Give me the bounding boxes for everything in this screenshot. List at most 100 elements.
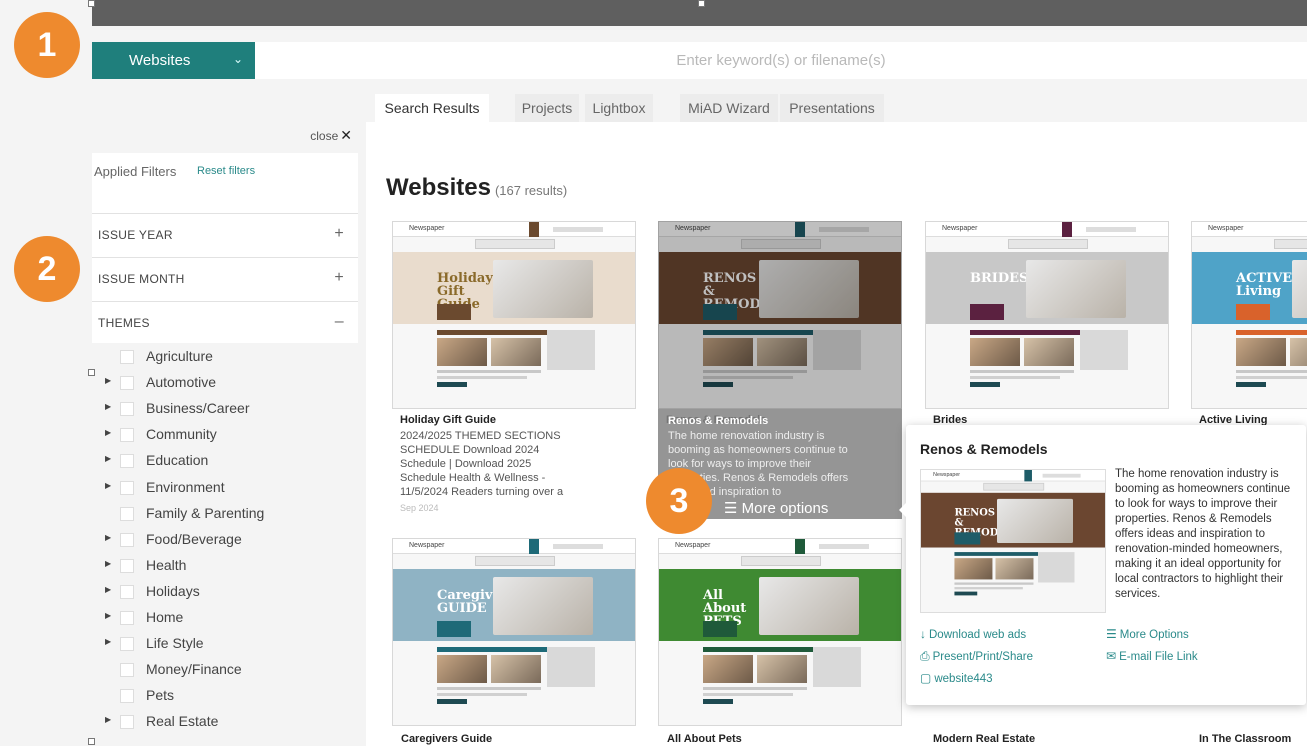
search-input[interactable] xyxy=(255,42,1307,79)
accordion-issue-year[interactable]: ISSUE YEAR + xyxy=(92,213,358,255)
theme-item[interactable]: ▶ Education xyxy=(92,448,358,474)
tab-lightbox[interactable]: Lightbox xyxy=(585,94,653,122)
theme-checkbox[interactable] xyxy=(120,402,134,417)
theme-item[interactable]: ▶ Business/Career xyxy=(92,396,358,422)
thumb-text-line xyxy=(703,693,793,696)
result-card[interactable]: Newspaper Holiday Gift Guide Holiday Gift … xyxy=(392,221,636,521)
triangle-right-icon[interactable]: ▶ xyxy=(105,428,111,437)
theme-item[interactable]: ▶ Community xyxy=(92,422,358,448)
triangle-right-icon[interactable]: ▶ xyxy=(105,481,111,490)
triangle-right-icon[interactable]: ▶ xyxy=(105,585,111,594)
thumb-button xyxy=(703,699,733,704)
result-card-title[interactable]: Caregivers Guide xyxy=(401,733,492,745)
result-thumbnail[interactable]: Newspaper Holiday Gift Guide xyxy=(392,221,636,409)
theme-checkbox[interactable] xyxy=(120,611,134,625)
theme-checkbox[interactable] xyxy=(120,558,134,573)
thumb-ad-block xyxy=(813,647,861,687)
result-card[interactable]: Newspaper All About PETS xyxy=(658,538,902,746)
thumb-lower xyxy=(703,330,863,406)
email-file-link[interactable]: ✉ E-mail File Link xyxy=(1106,649,1198,663)
theme-item[interactable]: Agriculture xyxy=(92,344,358,370)
thumb-subheader xyxy=(475,239,555,249)
thumb-section-bar xyxy=(437,330,547,335)
theme-item[interactable]: Pets xyxy=(92,683,358,709)
theme-checkbox[interactable] xyxy=(120,454,134,469)
download-web-ads-link[interactable]: ↓ Download web ads xyxy=(920,627,1026,641)
theme-item[interactable]: ▶ Real Estate xyxy=(92,709,358,735)
more-options-button[interactable]: ☰ More options xyxy=(724,499,828,517)
plus-icon: + xyxy=(334,269,344,286)
reset-filters-link[interactable]: Reset filters xyxy=(197,165,255,177)
theme-checkbox[interactable] xyxy=(120,506,134,521)
thumb-button xyxy=(954,591,978,596)
present-print-share-link[interactable]: ⎙ Present/Print/Share xyxy=(920,649,1033,664)
thumb-section-bar xyxy=(1236,330,1307,335)
theme-checkbox[interactable] xyxy=(120,376,134,391)
minus-icon: – xyxy=(334,313,344,330)
theme-checkbox[interactable] xyxy=(120,480,134,495)
more-options-link[interactable]: ☰ More Options xyxy=(1106,627,1189,641)
selection-handle[interactable] xyxy=(88,0,95,7)
accordion-issue-month[interactable]: ISSUE MONTH + xyxy=(92,257,358,299)
search-scope-dropdown[interactable]: Websites ⌄ xyxy=(92,42,255,79)
theme-checkbox[interactable] xyxy=(120,689,134,704)
accordion-themes[interactable]: THEMES – xyxy=(92,301,358,343)
result-card-title[interactable]: In The Classroom xyxy=(1199,733,1291,745)
popover-description: The home renovation industry is booming … xyxy=(1115,468,1291,600)
triangle-right-icon[interactable]: ▶ xyxy=(105,402,111,411)
accordion-label: ISSUE YEAR xyxy=(98,228,173,242)
theme-checkbox[interactable] xyxy=(120,663,134,678)
triangle-right-icon[interactable]: ▶ xyxy=(105,376,111,385)
theme-item[interactable]: Money/Finance xyxy=(92,657,358,683)
tab-presentations[interactable]: Presentations xyxy=(780,94,884,122)
theme-checkbox[interactable] xyxy=(120,584,134,599)
result-card-title[interactable]: All About Pets xyxy=(667,733,742,745)
result-thumbnail[interactable]: Newspaper Caregivers GUIDE xyxy=(392,538,636,726)
theme-checkbox[interactable] xyxy=(120,428,134,443)
triangle-right-icon[interactable]: ▶ xyxy=(105,559,111,568)
thumb-hero-photo xyxy=(997,498,1073,543)
theme-item[interactable]: ▶ Home xyxy=(92,605,358,631)
theme-item[interactable]: ▶ Holidays xyxy=(92,579,358,605)
thumb-masthead: Newspaper xyxy=(675,225,711,232)
filter-sidebar: close ✕ Applied Filters Reset filters ISS… xyxy=(92,120,358,746)
theme-item[interactable]: ▶ Automotive xyxy=(92,370,358,396)
thumb-photo xyxy=(954,558,993,580)
result-thumbnail[interactable]: Newspaper RENOS & REMODELS xyxy=(658,221,902,409)
theme-checkbox[interactable] xyxy=(120,715,134,730)
theme-checkbox[interactable] xyxy=(120,637,134,652)
result-thumbnail[interactable]: Newspaper ACTIVE Living xyxy=(1191,221,1307,409)
thumb-button xyxy=(970,382,1000,387)
triangle-right-icon[interactable]: ▶ xyxy=(105,715,111,724)
theme-item[interactable]: ▶ Environment xyxy=(92,475,358,501)
theme-checkbox[interactable] xyxy=(120,350,134,364)
theme-item[interactable]: Family & Parenting xyxy=(92,501,358,527)
result-thumbnail[interactable]: Newspaper RENOS & REMODELS xyxy=(921,470,1105,612)
theme-item[interactable]: ▶ Life Style xyxy=(92,631,358,657)
result-thumbnail[interactable]: Newspaper BRIDES xyxy=(925,221,1169,409)
thumb-hero-photo xyxy=(759,577,859,635)
tab-search-results[interactable]: Search Results xyxy=(375,94,489,122)
result-card-date: Sep 2024 xyxy=(400,503,439,513)
triangle-right-icon[interactable]: ▶ xyxy=(105,637,111,646)
theme-checkbox[interactable] xyxy=(120,532,134,547)
triangle-right-icon[interactable]: ▶ xyxy=(105,454,111,463)
asset-id-link[interactable]: ▢ website443 xyxy=(920,671,993,685)
search-bar: Websites ⌄ xyxy=(92,42,1307,79)
thumb-line xyxy=(819,544,869,549)
theme-item[interactable]: ▶ Food/Beverage xyxy=(92,527,358,553)
triangle-right-icon[interactable]: ▶ xyxy=(105,533,111,542)
thumb-ad-block xyxy=(547,647,595,687)
result-card-title[interactable]: Holiday Gift Guide xyxy=(400,414,496,426)
result-card-title[interactable]: Modern Real Estate xyxy=(933,733,1035,745)
triangle-right-icon[interactable]: ▶ xyxy=(105,611,111,620)
tab-miad-wizard[interactable]: MiAD Wizard xyxy=(680,94,778,122)
selection-handle[interactable] xyxy=(698,0,705,7)
result-thumbnail[interactable]: Newspaper All About PETS xyxy=(658,538,902,726)
theme-item[interactable]: ▶ Health xyxy=(92,553,358,579)
popover-thumbnail[interactable]: Newspaper RENOS & REMODELS xyxy=(920,469,1106,613)
tab-projects[interactable]: Projects xyxy=(515,94,579,122)
app-root: Websites ⌄ 1 2 3 Search Results Projects… xyxy=(0,0,1307,746)
close-sidebar-button[interactable]: close ✕ xyxy=(310,127,352,144)
result-card[interactable]: Newspaper Caregivers GUIDE xyxy=(392,538,636,746)
